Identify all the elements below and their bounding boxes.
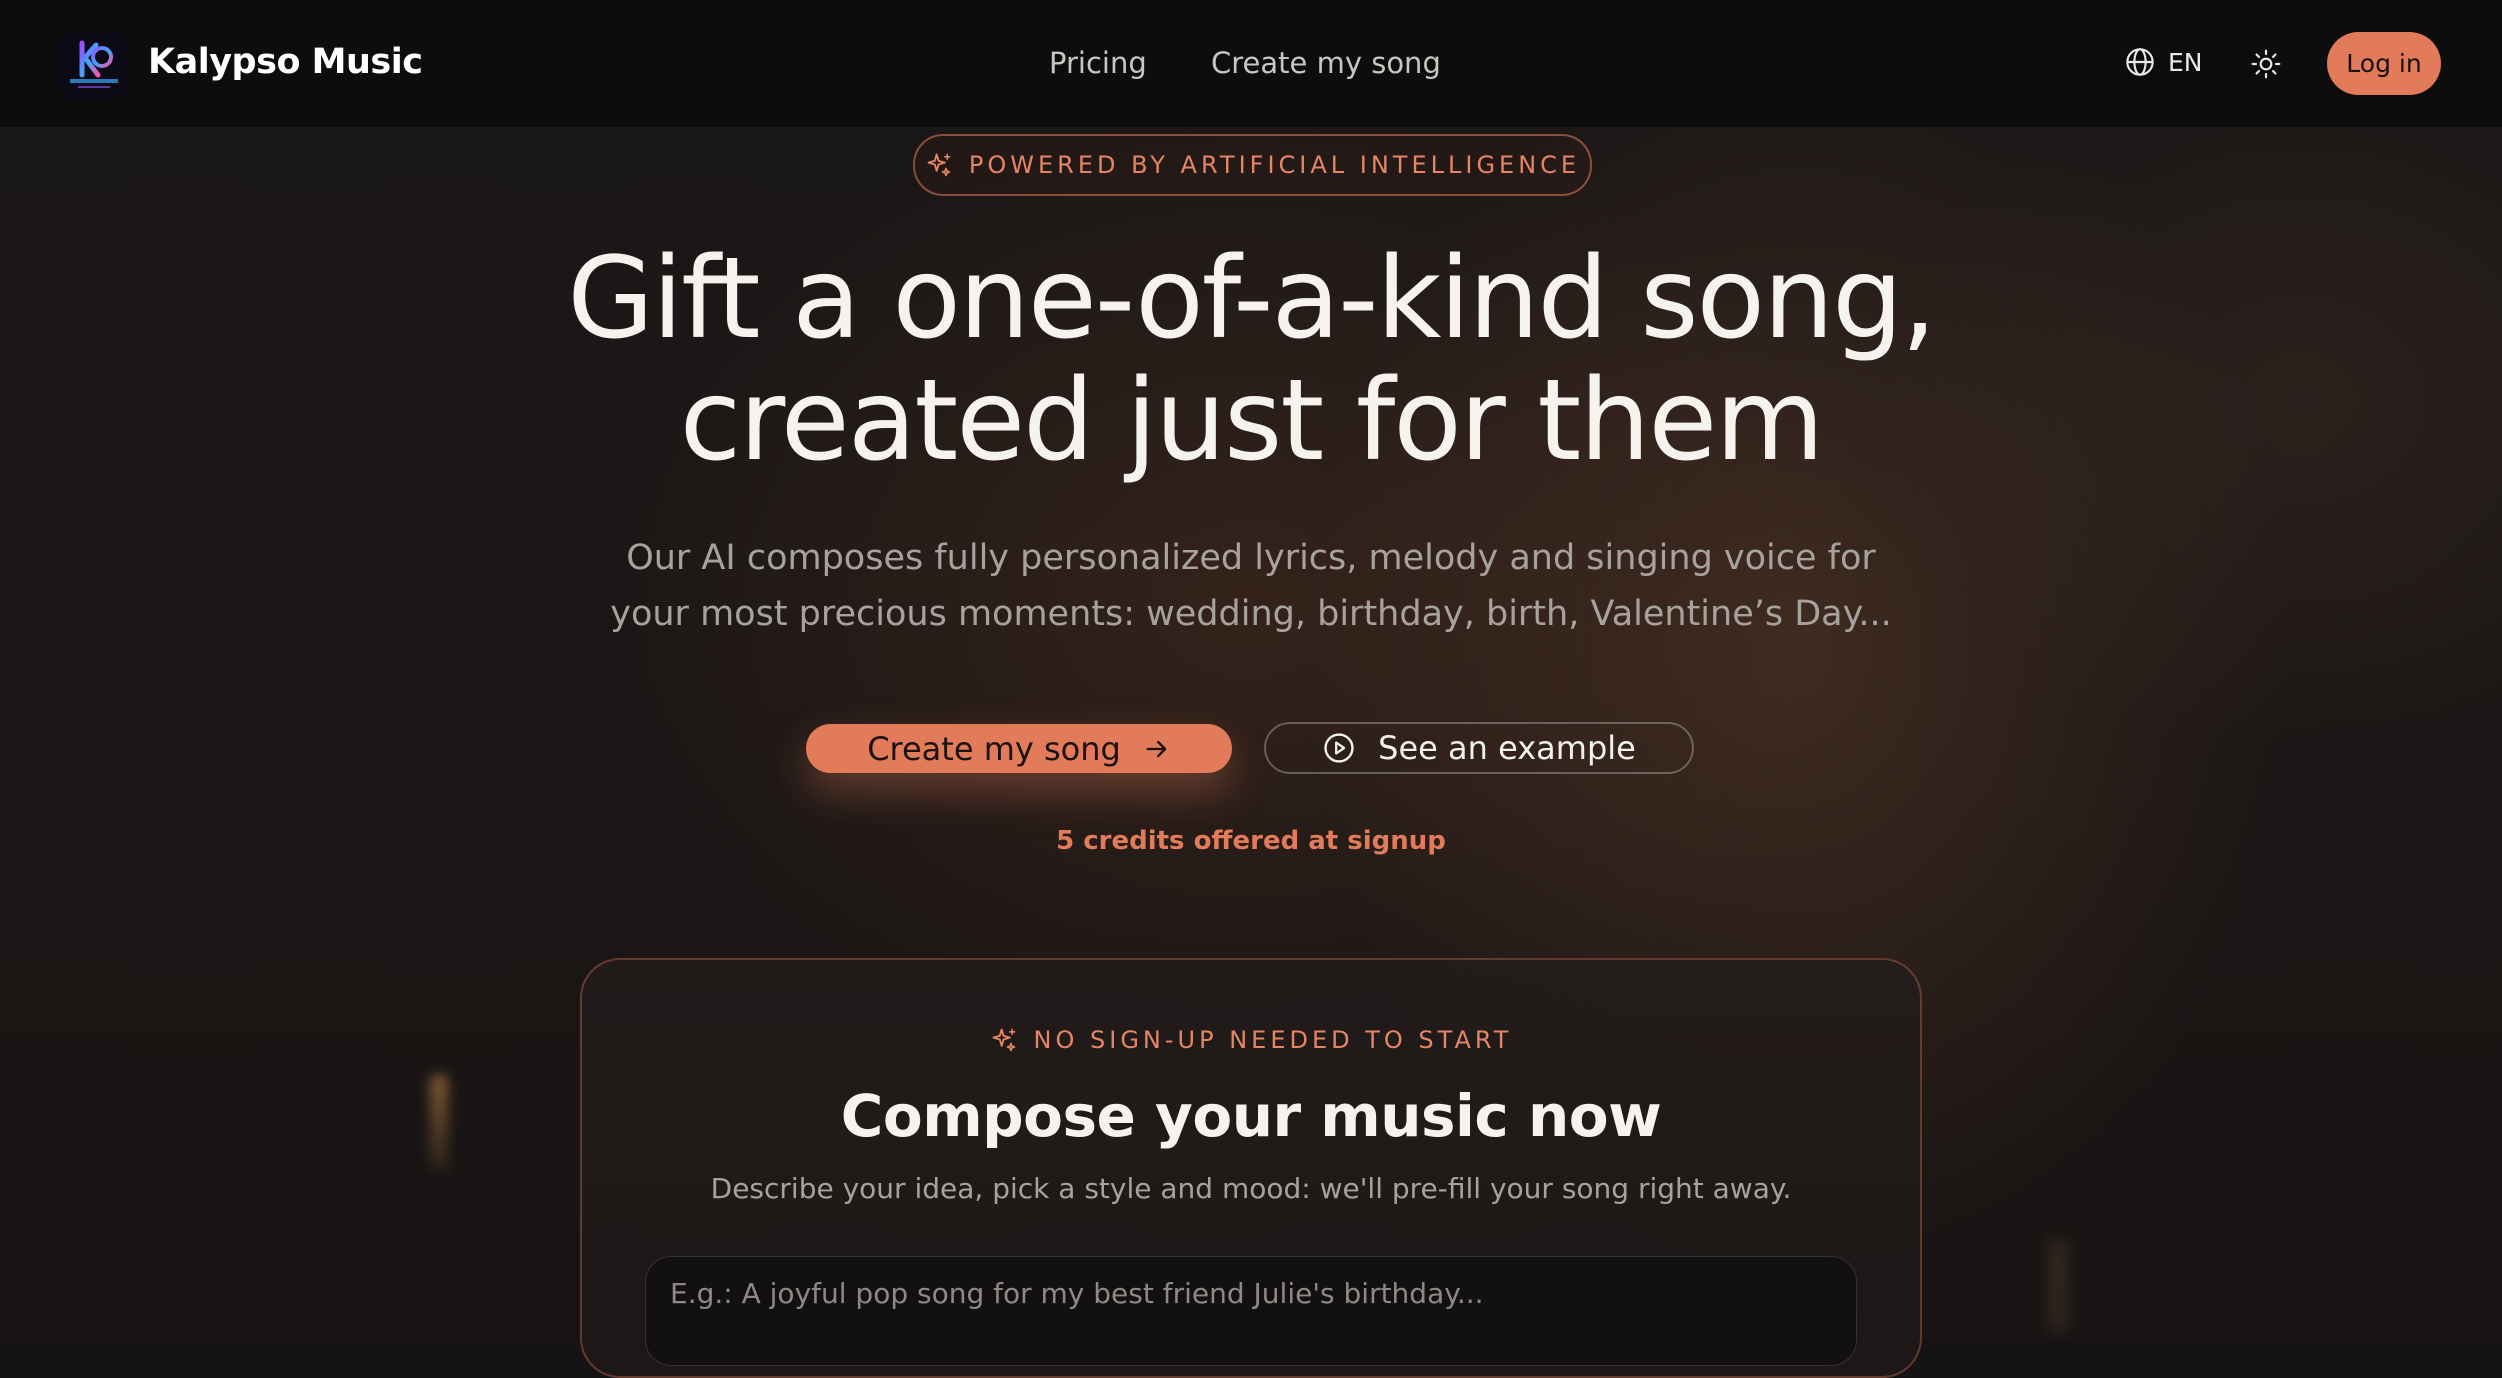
theme-toggle[interactable] xyxy=(2250,48,2282,80)
play-circle-icon xyxy=(1324,733,1354,763)
background-light xyxy=(2050,1240,2066,1330)
ai-badge-label: POWERED BY ARTIFICIAL INTELLIGENCE xyxy=(968,151,1581,179)
arrow-right-icon xyxy=(1146,740,1167,757)
brand-logo[interactable] xyxy=(60,31,128,99)
hero-subtitle-line2: your most precious moments: wedding, bir… xyxy=(610,594,1892,634)
no-signup-badge: NO SIGN-UP NEEDED TO START xyxy=(0,1026,2502,1054)
create-my-song-label: Create my song xyxy=(867,729,1121,768)
globe-icon xyxy=(2126,48,2154,76)
hero-title-line1: Gift a one-of-a-kind song, xyxy=(567,234,1937,364)
hero-title-line2: created just for them xyxy=(679,356,1825,486)
brand-logo-image xyxy=(60,31,128,99)
top-navbar: Kalypso Music Pricing Create my song EN … xyxy=(0,0,2502,128)
sun-icon xyxy=(2251,49,2281,79)
language-code: EN xyxy=(2168,47,2203,77)
hero-subtitle: Our AI composes fully personalized lyric… xyxy=(600,530,1902,642)
song-idea-input[interactable] xyxy=(645,1256,1857,1366)
language-selector[interactable]: EN xyxy=(2124,46,2203,78)
create-my-song-button[interactable]: Create my song xyxy=(806,724,1232,773)
sparkle-icon xyxy=(992,1028,1015,1052)
nav-link-pricing[interactable]: Pricing xyxy=(1049,46,1147,80)
nav-link-create-my-song[interactable]: Create my song xyxy=(1211,46,1441,80)
see-example-button[interactable]: See an example xyxy=(1264,722,1694,774)
see-example-label: See an example xyxy=(1378,729,1636,767)
sparkle-icon xyxy=(927,153,951,177)
hero-subtitle-line1: Our AI composes fully personalized lyric… xyxy=(626,538,1876,578)
compose-title: Compose your music now xyxy=(840,1082,1662,1150)
brand-name[interactable]: Kalypso Music xyxy=(148,42,423,82)
signup-credits-note: 5 credits offered at signup xyxy=(1056,826,1446,856)
no-signup-badge-label: NO SIGN-UP NEEDED TO START xyxy=(1033,1026,1513,1054)
login-button[interactable]: Log in xyxy=(2327,32,2441,95)
hero-title: Gift a one-of-a-kind song, created just … xyxy=(0,238,2502,482)
compose-subtitle: Describe your idea, pick a style and moo… xyxy=(710,1172,1792,1205)
ai-badge: POWERED BY ARTIFICIAL INTELLIGENCE xyxy=(913,134,1592,196)
